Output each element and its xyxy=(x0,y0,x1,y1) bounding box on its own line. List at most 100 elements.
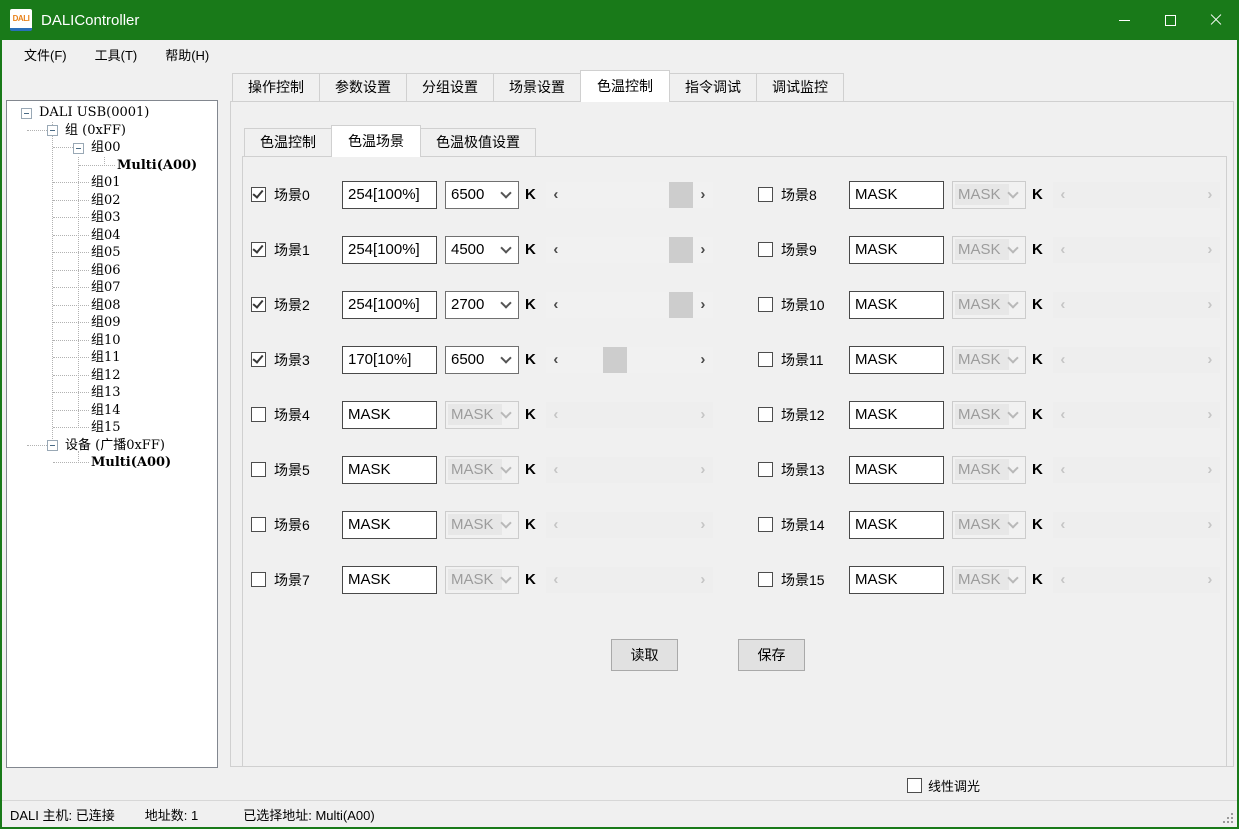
kelvin-scrollbar[interactable]: ‹ › xyxy=(1053,292,1220,318)
scene-checkbox[interactable] xyxy=(758,572,773,587)
scrollbar-thumb[interactable] xyxy=(603,347,627,373)
tree-item[interactable]: 组11 xyxy=(7,349,217,367)
device-tree[interactable]: DALI USB(0001)组 (0xFF)组00Multi(A00)组01组0… xyxy=(6,100,218,768)
kelvin-scrollbar[interactable]: ‹ › xyxy=(546,347,713,373)
kelvin-dropdown[interactable]: MASK xyxy=(952,511,1026,539)
scene-checkbox[interactable] xyxy=(758,187,773,202)
tree-item[interactable]: 组13 xyxy=(7,384,217,402)
menu-tools[interactable]: 工具(T) xyxy=(81,41,152,68)
scroll-right-icon[interactable]: › xyxy=(1200,241,1220,258)
kelvin-scrollbar[interactable]: ‹ › xyxy=(546,567,713,593)
kelvin-dropdown[interactable]: 6500 xyxy=(445,181,519,209)
scroll-left-icon[interactable]: ‹ xyxy=(546,406,566,423)
tree-item[interactable]: 组12 xyxy=(7,367,217,385)
close-button[interactable] xyxy=(1193,0,1239,40)
scene-level-input[interactable] xyxy=(342,566,437,594)
scroll-left-icon[interactable]: ‹ xyxy=(546,351,566,368)
scene-checkbox[interactable] xyxy=(251,187,266,202)
tree-item[interactable]: 组08 xyxy=(7,297,217,315)
tree-item[interactable]: DALI USB(0001) xyxy=(7,104,217,122)
scroll-left-icon[interactable]: ‹ xyxy=(546,241,566,258)
tab-command-debug[interactable]: 指令调试 xyxy=(669,73,757,101)
scene-checkbox[interactable] xyxy=(251,407,266,422)
read-button[interactable]: 读取 xyxy=(611,639,678,671)
kelvin-dropdown[interactable]: 6500 xyxy=(445,346,519,374)
kelvin-scrollbar[interactable]: ‹ › xyxy=(546,292,713,318)
tree-item[interactable]: 组03 xyxy=(7,209,217,227)
scrollbar-thumb[interactable] xyxy=(669,182,693,208)
scene-checkbox[interactable] xyxy=(758,462,773,477)
scene-level-input[interactable] xyxy=(342,401,437,429)
scene-checkbox[interactable] xyxy=(251,242,266,257)
minimize-button[interactable] xyxy=(1101,0,1147,40)
scene-level-input[interactable] xyxy=(342,346,437,374)
kelvin-dropdown[interactable]: MASK xyxy=(952,236,1026,264)
scene-level-input[interactable] xyxy=(849,236,944,264)
scrollbar-thumb[interactable] xyxy=(669,237,693,263)
kelvin-dropdown[interactable]: 2700 xyxy=(445,291,519,319)
scroll-right-icon[interactable]: › xyxy=(1200,351,1220,368)
save-button[interactable]: 保存 xyxy=(738,639,805,671)
kelvin-scrollbar[interactable]: ‹ › xyxy=(1053,237,1220,263)
scroll-left-icon[interactable]: ‹ xyxy=(1053,296,1073,313)
tree-collapse-icon[interactable] xyxy=(73,143,84,154)
scroll-right-icon[interactable]: › xyxy=(1200,461,1220,478)
kelvin-scrollbar[interactable]: ‹ › xyxy=(1053,182,1220,208)
tree-collapse-icon[interactable] xyxy=(21,108,32,119)
scroll-left-icon[interactable]: ‹ xyxy=(546,516,566,533)
scene-checkbox[interactable] xyxy=(251,517,266,532)
scene-checkbox[interactable] xyxy=(758,242,773,257)
maximize-button[interactable] xyxy=(1147,0,1193,40)
tree-item[interactable]: 组14 xyxy=(7,402,217,420)
scroll-right-icon[interactable]: › xyxy=(1200,571,1220,588)
subtab-color-temp-scene[interactable]: 色温场景 xyxy=(331,125,421,157)
scene-level-input[interactable] xyxy=(342,236,437,264)
scroll-left-icon[interactable]: ‹ xyxy=(1053,241,1073,258)
resize-grip-icon[interactable] xyxy=(1222,812,1234,824)
tab-debug-monitor[interactable]: 调试监控 xyxy=(756,73,844,101)
scene-level-input[interactable] xyxy=(342,511,437,539)
tree-item[interactable]: 设备 (广播0xFF) xyxy=(7,437,217,455)
tab-parameter-settings[interactable]: 参数设置 xyxy=(319,73,407,101)
kelvin-dropdown[interactable]: MASK xyxy=(445,456,519,484)
kelvin-scrollbar[interactable]: ‹ › xyxy=(546,182,713,208)
scroll-right-icon[interactable]: › xyxy=(693,241,713,258)
tree-collapse-icon[interactable] xyxy=(47,440,58,451)
scene-level-input[interactable] xyxy=(849,401,944,429)
kelvin-dropdown[interactable]: MASK xyxy=(445,401,519,429)
tab-operation-control[interactable]: 操作控制 xyxy=(232,73,320,101)
scroll-left-icon[interactable]: ‹ xyxy=(1053,571,1073,588)
scroll-right-icon[interactable]: › xyxy=(693,186,713,203)
kelvin-scrollbar[interactable]: ‹ › xyxy=(1053,457,1220,483)
scroll-right-icon[interactable]: › xyxy=(1200,406,1220,423)
menu-file[interactable]: 文件(F) xyxy=(10,41,81,68)
kelvin-scrollbar[interactable]: ‹ › xyxy=(546,402,713,428)
scene-level-input[interactable] xyxy=(849,346,944,374)
scrollbar-thumb[interactable] xyxy=(669,292,693,318)
scene-checkbox[interactable] xyxy=(251,462,266,477)
kelvin-scrollbar[interactable]: ‹ › xyxy=(1053,512,1220,538)
scene-checkbox[interactable] xyxy=(758,352,773,367)
scroll-right-icon[interactable]: › xyxy=(1200,296,1220,313)
kelvin-dropdown[interactable]: MASK xyxy=(952,566,1026,594)
scene-level-input[interactable] xyxy=(849,456,944,484)
tree-item[interactable]: Multi(A00) xyxy=(7,157,217,175)
tab-color-temp-control[interactable]: 色温控制 xyxy=(580,70,670,102)
tree-item[interactable]: Multi(A00) xyxy=(7,454,217,472)
kelvin-scrollbar[interactable]: ‹ › xyxy=(1053,567,1220,593)
subtab-color-temp-control[interactable]: 色温控制 xyxy=(244,128,332,156)
kelvin-scrollbar[interactable]: ‹ › xyxy=(1053,402,1220,428)
scene-level-input[interactable] xyxy=(849,291,944,319)
tree-item[interactable]: 组04 xyxy=(7,227,217,245)
linear-dimming-checkbox[interactable] xyxy=(907,778,922,793)
scroll-right-icon[interactable]: › xyxy=(693,516,713,533)
kelvin-dropdown[interactable]: MASK xyxy=(952,291,1026,319)
kelvin-dropdown[interactable]: 4500 xyxy=(445,236,519,264)
scene-checkbox[interactable] xyxy=(758,517,773,532)
subtab-color-temp-limits[interactable]: 色温极值设置 xyxy=(420,128,536,156)
scroll-left-icon[interactable]: ‹ xyxy=(1053,406,1073,423)
scroll-left-icon[interactable]: ‹ xyxy=(1053,461,1073,478)
scene-level-input[interactable] xyxy=(849,566,944,594)
scene-level-input[interactable] xyxy=(342,456,437,484)
scroll-right-icon[interactable]: › xyxy=(693,296,713,313)
